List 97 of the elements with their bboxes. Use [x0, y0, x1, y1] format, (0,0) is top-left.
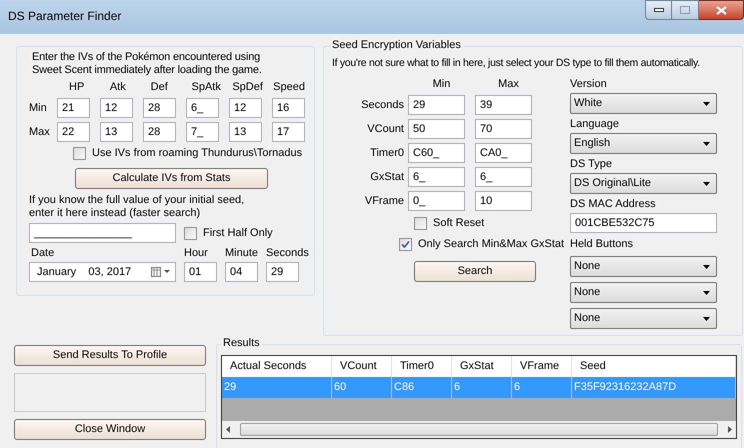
- table-cell: 60: [332, 377, 392, 398]
- stat-header: SpDef: [232, 81, 264, 94]
- send-results-button[interactable]: Send Results To Profile: [14, 345, 206, 366]
- minimize-icon: [654, 8, 664, 12]
- seed-input-field[interactable]: ________________: [29, 223, 176, 243]
- input-field[interactable]: 01: [184, 262, 217, 282]
- input-field[interactable]: 29: [408, 95, 465, 115]
- table-cell: 6: [452, 377, 512, 398]
- column-header: Max: [497, 78, 520, 91]
- field-label: DS MAC Address: [570, 198, 657, 211]
- date-picker[interactable]: January 03, 2017: [29, 262, 176, 282]
- window-title: DS Parameter Finder: [8, 10, 122, 23]
- checkbox-label: Only Search Min&Max GxStat: [418, 238, 564, 251]
- input-field[interactable]: 16: [272, 98, 305, 118]
- field-label: Held Buttons: [570, 238, 634, 251]
- input-field[interactable]: 28: [143, 98, 176, 118]
- table-cell: F35F92316232A87D: [572, 377, 736, 398]
- scrollbar-thumb[interactable]: [240, 423, 718, 436]
- row-label: Seconds: [360, 98, 405, 112]
- input-field[interactable]: 10: [475, 191, 532, 211]
- table-cell: 29: [222, 377, 332, 398]
- input-field[interactable]: CA0_: [475, 143, 532, 163]
- input-field[interactable]: C60_: [408, 143, 465, 163]
- checkbox[interactable]: [414, 217, 427, 230]
- close-button[interactable]: [699, 0, 744, 20]
- stat-header: HP: [69, 81, 86, 94]
- dropdown[interactable]: None: [570, 256, 717, 277]
- table-cell: 6: [512, 377, 572, 398]
- input-field[interactable]: 0_: [408, 191, 465, 211]
- input-field[interactable]: 70: [475, 119, 532, 139]
- minimize-button[interactable]: [645, 0, 672, 20]
- input-field[interactable]: 28: [143, 122, 176, 142]
- stat-header: SpAtk: [191, 81, 222, 94]
- dropdown-arrow-icon: [703, 264, 710, 268]
- input-field[interactable]: 001CBE532C75: [570, 213, 717, 233]
- row-label: Max: [29, 126, 51, 138]
- input-field[interactable]: 29: [266, 262, 300, 282]
- checkbox[interactable]: [73, 147, 86, 160]
- table-cell: C86: [392, 377, 452, 398]
- dropdown[interactable]: None: [570, 282, 717, 303]
- maximize-icon: [680, 6, 690, 14]
- checkbox[interactable]: [399, 238, 412, 251]
- checkbox[interactable]: [184, 226, 197, 240]
- field-label: Seconds: [266, 247, 309, 260]
- close-window-button[interactable]: Close Window: [14, 419, 206, 440]
- input-field[interactable]: 7_: [186, 122, 219, 142]
- dropdown-arrow-icon: [703, 142, 710, 146]
- search-button[interactable]: Search: [414, 261, 536, 282]
- scroll-right-icon: [728, 426, 732, 433]
- horizontal-scrollbar[interactable]: [222, 421, 736, 438]
- dropdown[interactable]: English: [570, 133, 717, 154]
- input-field[interactable]: 17: [272, 122, 305, 142]
- checkbox-label: First Half Only: [203, 226, 273, 240]
- checkbox-label: Soft Reset: [433, 217, 484, 230]
- dropdown-arrow-icon: [703, 290, 710, 294]
- field-label: Minute: [225, 247, 258, 260]
- panel-title: Seed Encryption Variables: [330, 39, 463, 52]
- stat-header: Def: [150, 81, 169, 94]
- dropdown-arrow-icon: [703, 102, 710, 106]
- instructions-text: Enter the IVs of the Pokémon encountered using Sweet Scent immediately after loading the game.: [31, 51, 263, 77]
- input-field[interactable]: 04: [225, 262, 258, 282]
- input-field[interactable]: 6_: [186, 98, 219, 118]
- input-field[interactable]: 13: [229, 122, 262, 142]
- dropdown-arrow-icon: [703, 316, 710, 320]
- dropdown[interactable]: None: [570, 308, 717, 329]
- row-label: Timer0: [369, 146, 405, 160]
- field-label: DS Type: [570, 158, 613, 171]
- calendar-icon: [151, 267, 171, 277]
- calculate-button[interactable]: Calculate IVs from Stats: [75, 168, 268, 189]
- row-label: VFrame: [364, 194, 405, 208]
- dropdown[interactable]: White: [570, 93, 717, 114]
- field-label: Date: [30, 247, 56, 260]
- seed-hint-text: If you know the full value of your initial seed, enter it here instead (faster search): [29, 194, 246, 220]
- input-field[interactable]: 39: [475, 95, 532, 115]
- input-field[interactable]: 13: [100, 122, 133, 142]
- row-label: GxStat: [369, 170, 405, 184]
- input-field[interactable]: 6_: [475, 167, 532, 187]
- input-field[interactable]: 12: [229, 98, 262, 118]
- input-field[interactable]: 50: [408, 119, 465, 139]
- column-header: Min: [432, 78, 452, 91]
- dropdown-arrow-icon: [703, 182, 710, 186]
- field-label: Version: [570, 78, 608, 91]
- row-label: VCount: [366, 122, 405, 136]
- hint-text: If you're not sure what to fill in here, just select your DS type to fill them automatically.: [332, 57, 701, 70]
- input-field[interactable]: 21: [57, 98, 90, 118]
- stat-header: Atk: [110, 81, 127, 94]
- input-field[interactable]: 22: [57, 122, 90, 142]
- close-icon: [716, 6, 726, 14]
- input-field[interactable]: 6_: [408, 167, 465, 187]
- field-label: Hour: [184, 247, 209, 260]
- checkbox-label: Use IVs from roaming Thundurus\Tornadus: [92, 147, 302, 160]
- row-label: Min: [29, 102, 48, 114]
- dropdown[interactable]: DS Original\Lite: [570, 173, 717, 194]
- scroll-left-icon: [226, 426, 230, 433]
- input-field[interactable]: 12: [100, 98, 133, 118]
- stat-header: Speed: [273, 81, 306, 94]
- field-label: Language: [570, 118, 620, 131]
